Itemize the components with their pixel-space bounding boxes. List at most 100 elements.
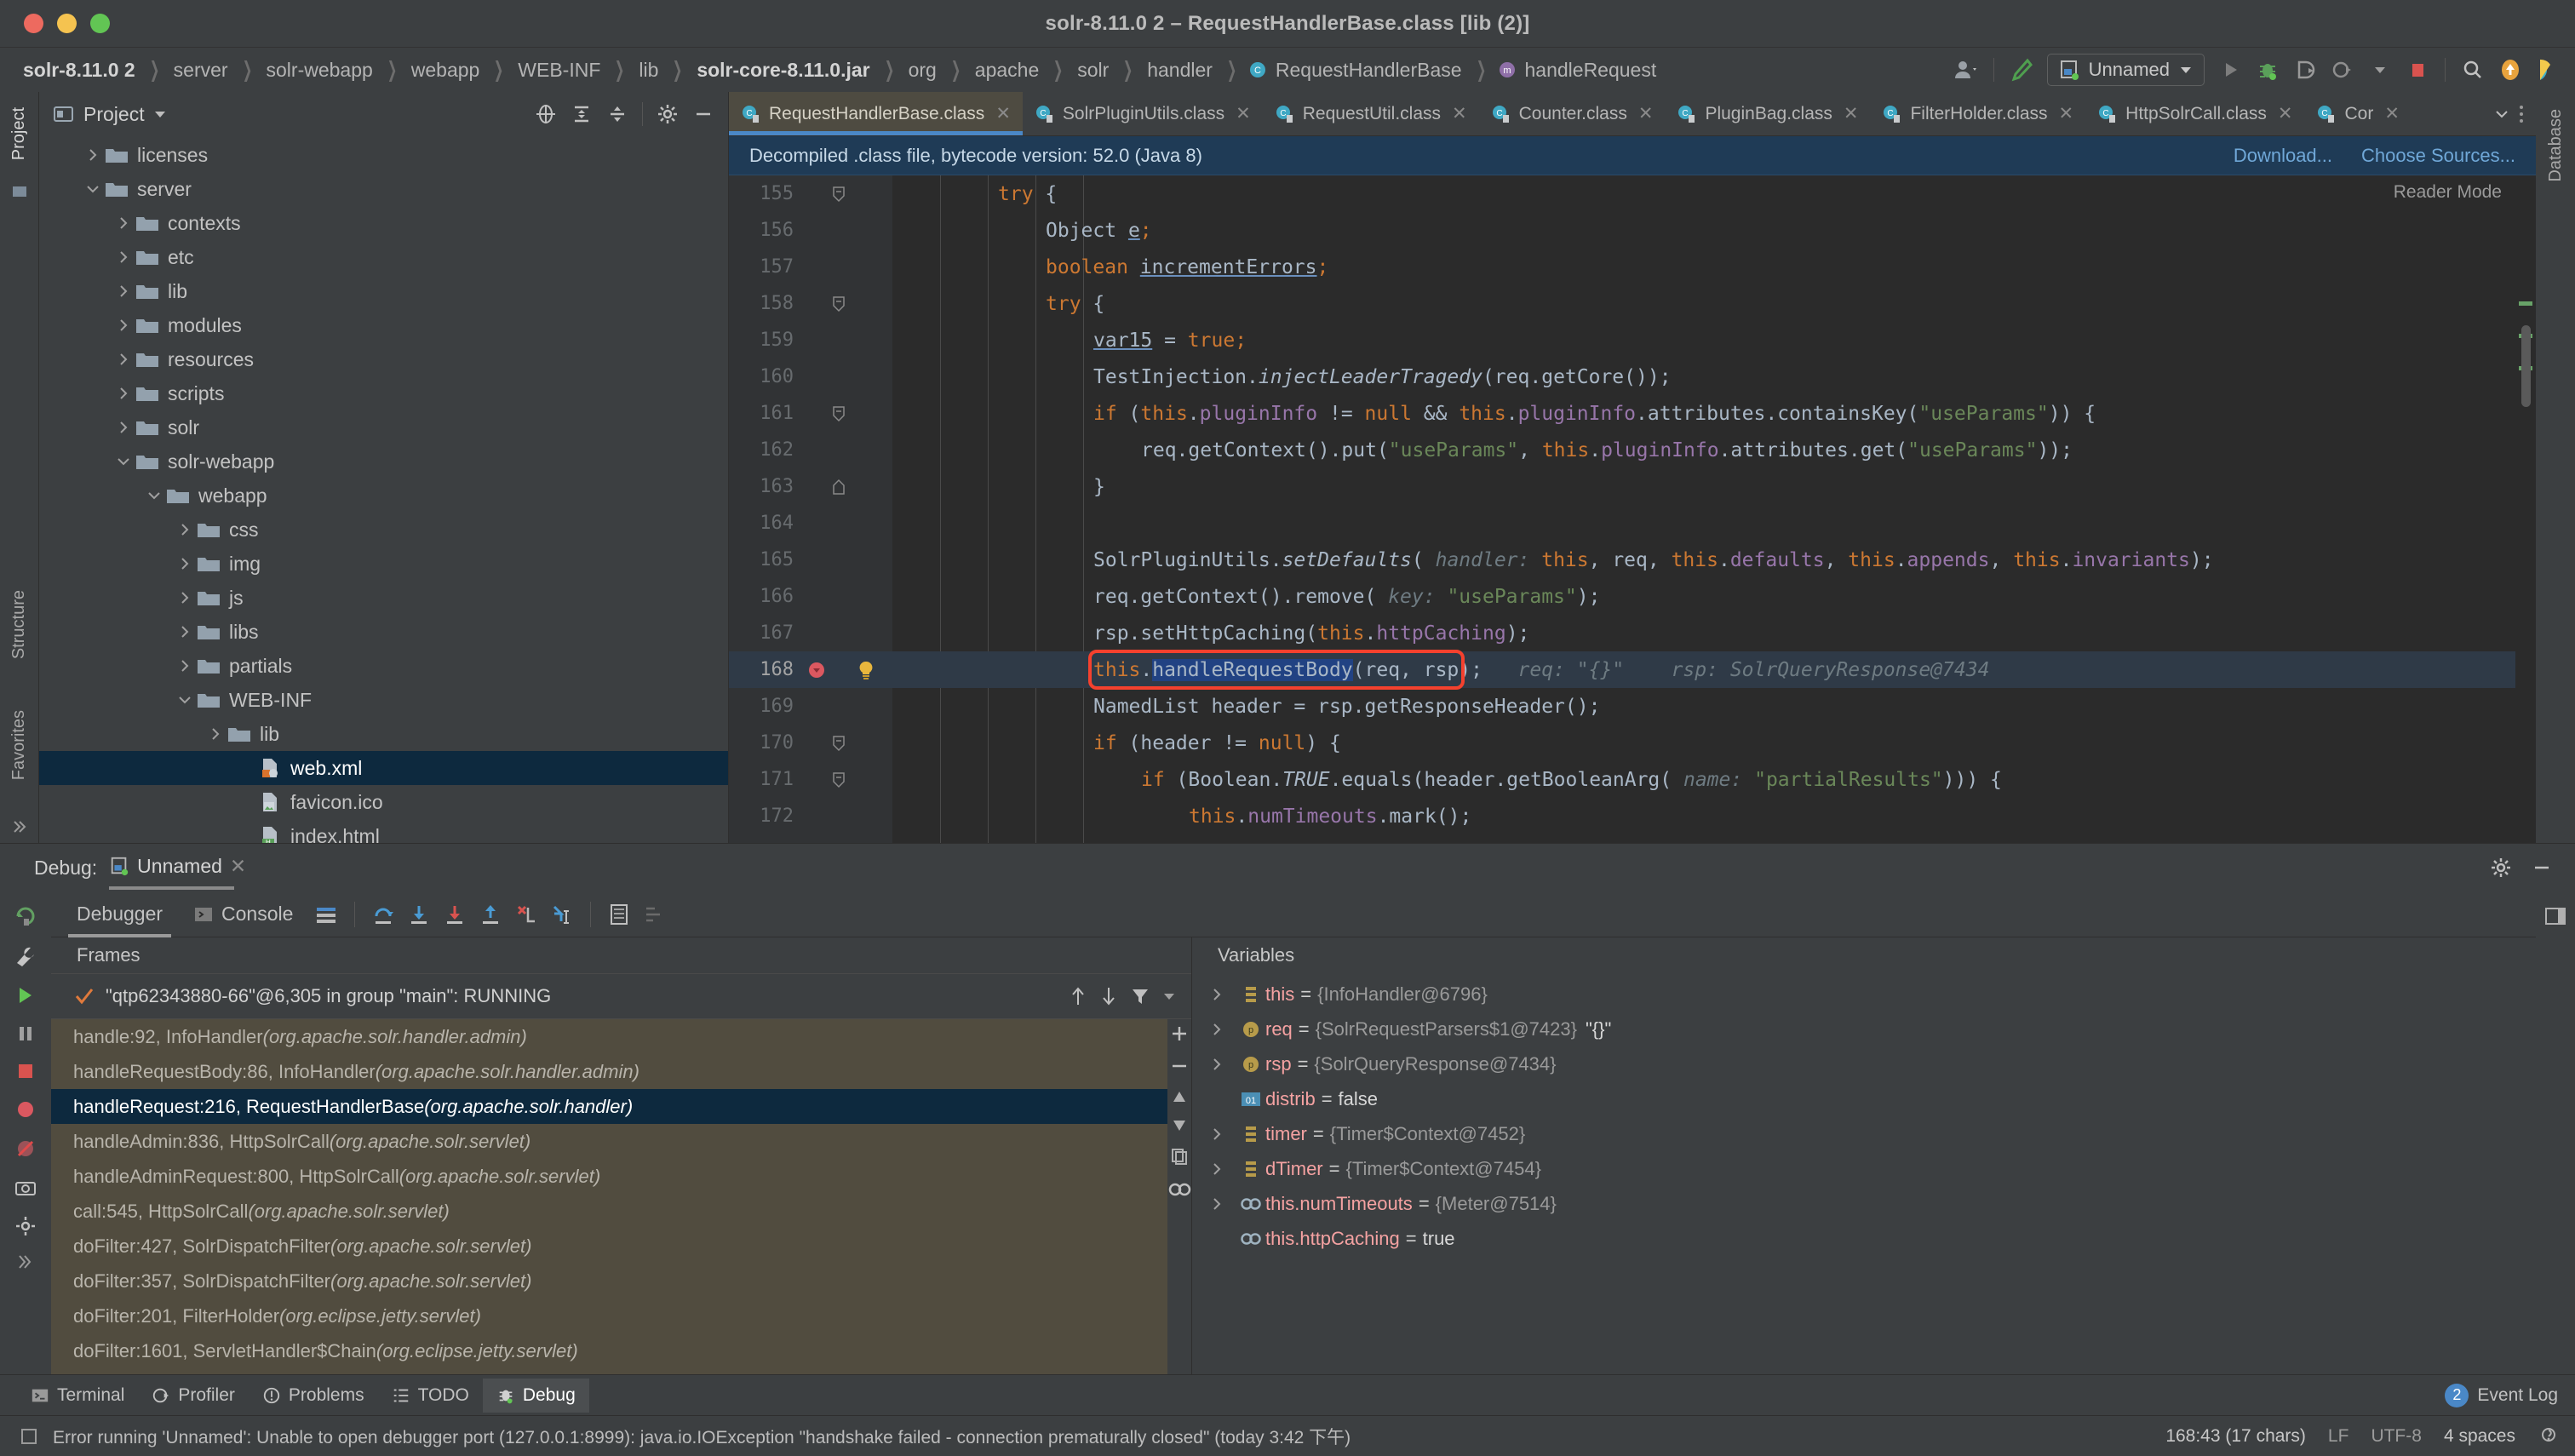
add-watch-icon[interactable]: [1170, 1024, 1189, 1043]
bottom-tool-profiler[interactable]: Profiler: [138, 1379, 249, 1413]
tabs-menu-icon[interactable]: [2515, 103, 2527, 125]
tab-debugger[interactable]: Debugger: [63, 891, 176, 937]
tree-node[interactable]: scripts: [39, 376, 728, 410]
close-tab-icon[interactable]: ✕: [1452, 103, 1467, 124]
close-tab-icon[interactable]: ✕: [1844, 103, 1859, 124]
gutter-line[interactable]: 171: [729, 761, 892, 798]
chevron-right-icon[interactable]: [112, 246, 135, 268]
tree-node[interactable]: img: [39, 547, 728, 581]
frame-row[interactable]: handleRequest:216, RequestHandlerBase (o…: [51, 1089, 1167, 1124]
chevron-right-icon[interactable]: [1211, 1023, 1236, 1036]
thread-selector[interactable]: "qtp62343880-66"@6,305 in group "main": …: [51, 973, 1191, 1019]
code-line[interactable]: }: [892, 468, 2536, 505]
bottom-tool-terminal[interactable]: Terminal: [17, 1379, 138, 1413]
code-line[interactable]: this. numTimeouts .mark();: [892, 798, 2536, 834]
gutter-line[interactable]: 166: [729, 578, 892, 615]
chevron-right-icon[interactable]: [112, 314, 135, 336]
bottom-tool-bar[interactable]: Terminal Profiler Problems TODO Debug 2 Even…: [0, 1374, 2575, 1415]
close-tab-icon[interactable]: ✕: [1236, 103, 1251, 124]
run-with-coverage-icon[interactable]: [2286, 51, 2324, 89]
project-strip-icon[interactable]: [3, 175, 36, 208]
stop-button[interactable]: [2399, 51, 2436, 89]
fold-collapse-icon[interactable]: [831, 735, 853, 752]
tree-node[interactable]: lib: [39, 274, 728, 308]
breadcrumb-item[interactable]: m handleRequest: [1498, 59, 1660, 82]
debug-button[interactable]: [2249, 51, 2286, 89]
variable-row[interactable]: dTimer = {Timer$Context@7454}: [1192, 1151, 2536, 1186]
variable-row[interactable]: this.numTimeouts = {Meter@7514}: [1192, 1186, 2536, 1221]
gutter-line[interactable]: 163: [729, 468, 892, 505]
variable-row[interactable]: 01 distrib = false: [1192, 1081, 2536, 1116]
tree-node[interactable]: modules: [39, 308, 728, 342]
code-line[interactable]: [892, 505, 2536, 542]
frame-row[interactable]: doFilter:1601, ServletHandler$Chain (org…: [51, 1333, 1167, 1368]
code-line[interactable]: if (this. pluginInfo != null && this. plug…: [892, 395, 2536, 432]
chevron-right-icon[interactable]: [1211, 1197, 1236, 1211]
user-account-icon[interactable]: [1947, 51, 1985, 89]
editor-scrollbar[interactable]: [2515, 175, 2536, 843]
editor-gutter[interactable]: 155 156 157 158 159 160 161 162 163 164 165 166 167 1…: [729, 175, 892, 843]
chevron-right-icon[interactable]: [112, 348, 135, 370]
fold-collapse-icon[interactable]: [831, 771, 853, 788]
chevron-right-icon[interactable]: [204, 723, 227, 745]
gear-icon[interactable]: [651, 98, 684, 130]
view-breakpoints-icon[interactable]: [14, 1098, 37, 1121]
stop-program-icon[interactable]: [14, 1060, 37, 1082]
debug-session-tab[interactable]: Unnamed ✕: [109, 855, 246, 890]
show-layout-icon[interactable]: [310, 898, 342, 931]
hide-panel-icon[interactable]: [687, 98, 720, 130]
gutter-line[interactable]: 172: [729, 798, 892, 834]
frame-row[interactable]: doFilter:201, FilterHolder (org.eclipse.…: [51, 1298, 1167, 1333]
code-line[interactable]: req.getContext().put("useParams", this. p…: [892, 432, 2536, 468]
event-log-area[interactable]: 2 Event Log: [2445, 1383, 2575, 1407]
variable-row[interactable]: timer = {Timer$Context@7452}: [1192, 1116, 2536, 1151]
chevron-right-icon[interactable]: [112, 382, 135, 404]
file-encoding[interactable]: UTF-8: [2371, 1426, 2422, 1447]
status-message[interactable]: Error running 'Unnamed': Unable to open …: [53, 1424, 1351, 1449]
gutter-line[interactable]: 158: [729, 285, 892, 322]
tree-node[interactable]: webapp: [39, 479, 728, 513]
close-tab-icon[interactable]: ✕: [2059, 103, 2074, 124]
close-tab-icon[interactable]: ✕: [2384, 103, 2400, 124]
variables-list[interactable]: this = {InfoHandler@6796} p req = {SolrRequest…: [1192, 973, 2536, 1374]
editor-tabs-overflow[interactable]: [2485, 92, 2536, 135]
tree-node[interactable]: js: [39, 581, 728, 615]
run-to-cursor-icon[interactable]: [546, 898, 578, 931]
resume-program-icon[interactable]: [14, 983, 37, 1007]
close-tab-icon[interactable]: ✕: [1638, 103, 1654, 124]
chevron-right-icon[interactable]: [1211, 1127, 1236, 1141]
screenshot-icon[interactable]: [14, 1176, 37, 1200]
gutter-line[interactable]: 155: [729, 175, 892, 212]
gutter-line[interactable]: 169: [729, 688, 892, 725]
frame-down-icon[interactable]: [1099, 986, 1118, 1006]
pause-program-icon[interactable]: [14, 1023, 37, 1045]
intention-bulb-icon[interactable]: [853, 660, 879, 680]
step-out-icon[interactable]: [474, 898, 507, 931]
fold-collapse-icon[interactable]: [831, 295, 853, 312]
code-line[interactable]: NamedList header = rsp.getResponseHeader…: [892, 688, 2536, 725]
chevron-right-icon[interactable]: [174, 587, 196, 609]
filter-icon[interactable]: [1130, 986, 1150, 1006]
frame-row[interactable]: handleRequestBody:86, InfoHandler (org.a…: [51, 1054, 1167, 1089]
code-line[interactable]: rsp.setHttpCaching(this. httpCaching);: [892, 615, 2536, 651]
chevron-down-icon[interactable]: [143, 484, 165, 507]
more-options-icon[interactable]: [16, 1253, 35, 1271]
frames-dropdown-icon[interactable]: [1162, 991, 1176, 1001]
bottom-tool-debug[interactable]: Debug: [482, 1378, 589, 1413]
breadcrumb-item[interactable]: solr: [1075, 59, 1111, 82]
frame-row[interactable]: handleAdmin:836, HttpSolrCall (org.apach…: [51, 1124, 1167, 1159]
frame-row[interactable]: call:545, HttpSolrCall (org.apache.solr.…: [51, 1194, 1167, 1229]
code-line[interactable]: boolean incrementErrors;: [892, 249, 2536, 285]
download-sources-link[interactable]: Download...: [2234, 145, 2332, 167]
chevron-down-icon[interactable]: [2493, 107, 2510, 121]
frames-list[interactable]: handle:92, InfoHandler (org.apache.solr.…: [51, 1019, 1167, 1374]
gutter-line[interactable]: 167: [729, 615, 892, 651]
fold-collapse-icon[interactable]: [831, 405, 853, 422]
indent-setting[interactable]: 4 spaces: [2444, 1426, 2515, 1447]
breadcrumb-item[interactable]: solr-webapp: [264, 59, 376, 82]
editor-tab[interactable]: C FilterHolder.class ✕: [1870, 92, 2085, 135]
breakpoint-icon[interactable]: [802, 659, 831, 681]
gutter-line[interactable]: 165: [729, 542, 892, 578]
breadcrumb-item[interactable]: lib: [636, 59, 661, 82]
editor-tab[interactable]: C HttpSolrCall.class ✕: [2085, 92, 2304, 135]
